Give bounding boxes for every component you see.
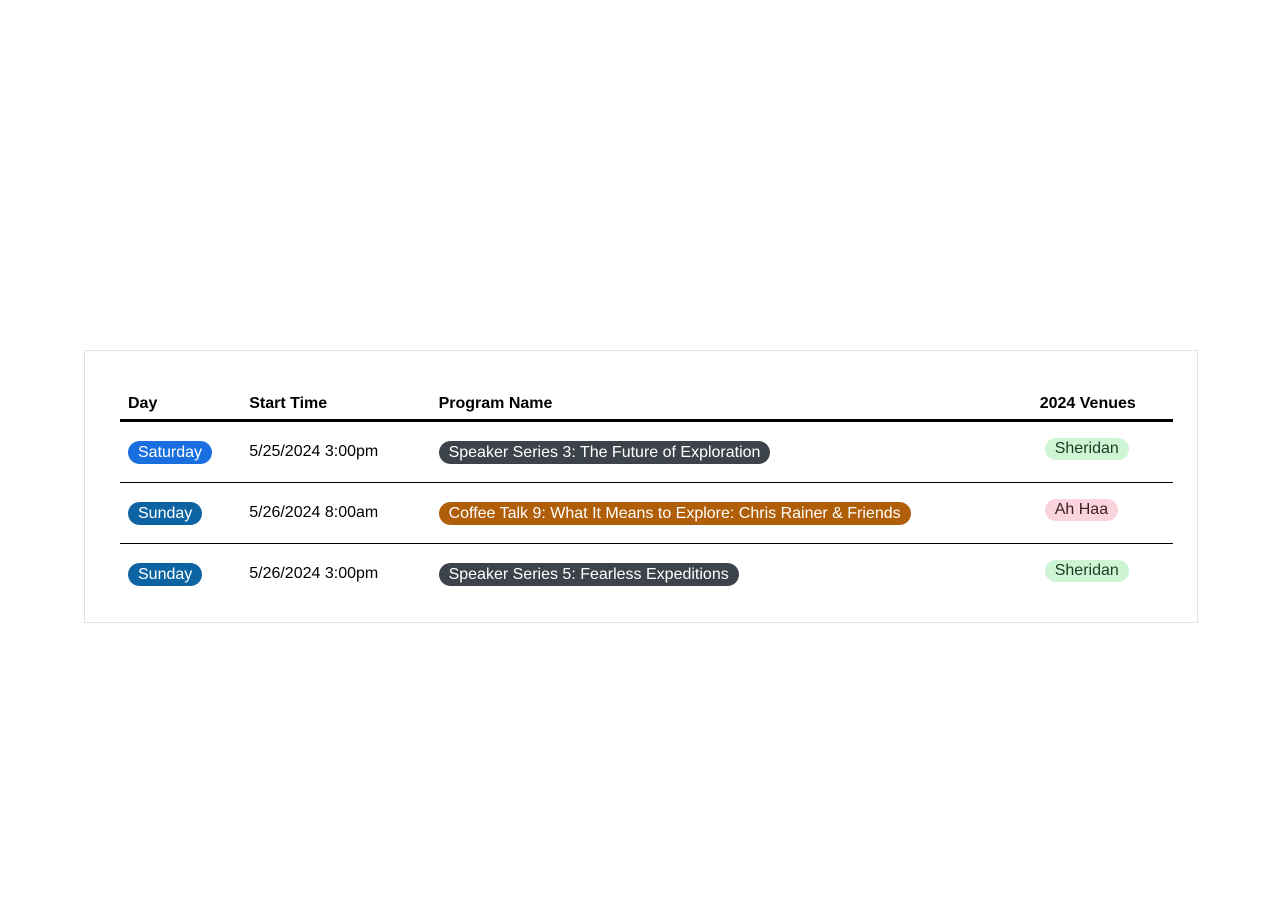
day-badge[interactable]: Sunday xyxy=(128,562,203,586)
venue-cell: Sheridan xyxy=(1032,544,1173,605)
start-time-cell: 5/26/2024 8:00am xyxy=(241,482,431,544)
header-program-name[interactable]: Program Name xyxy=(430,381,1032,422)
header-venues[interactable]: 2024 Venues xyxy=(1031,381,1173,422)
day-badge[interactable]: Saturday xyxy=(128,440,213,464)
program-cell: Speaker Series 3: The Future of Explorat… xyxy=(430,420,1032,483)
venue-badge[interactable]: Sheridan xyxy=(1044,560,1129,582)
venue-cell: Ah Haa xyxy=(1031,482,1173,544)
table-row: Sunday 5/26/2024 8:00am Coffee Talk 9: W… xyxy=(120,482,1173,544)
program-badge[interactable]: Speaker Series 5: Fearless Expeditions xyxy=(438,562,739,586)
venue-badge[interactable]: Ah Haa xyxy=(1044,499,1119,521)
start-time-cell: 5/26/2024 3:00pm xyxy=(249,565,379,582)
venue-badge[interactable]: Sheridan xyxy=(1044,438,1129,460)
start-time-cell: 5/25/2024 3:00pm xyxy=(241,420,431,483)
schedule-card: Day Start Time Program Name 2024 Venues … xyxy=(84,350,1198,623)
day-cell: Sunday xyxy=(120,482,242,544)
header-day[interactable]: Day xyxy=(120,381,242,422)
header-start-time[interactable]: Start Time xyxy=(241,381,431,422)
schedule-table: Day Start Time Program Name 2024 Venues … xyxy=(120,381,1173,604)
day-badge[interactable]: Sunday xyxy=(128,501,203,525)
day-cell: Saturday xyxy=(120,420,242,483)
day-cell: Sunday xyxy=(120,544,241,605)
venue-cell: Sheridan xyxy=(1031,420,1173,483)
program-cell: Coffee Talk 9: What It Means to Explore:… xyxy=(430,482,1032,544)
table-header-row: Day Start Time Program Name 2024 Venues xyxy=(120,381,1173,422)
table-row: Sunday 5/26/2024 3:00pm Speaker Series 5… xyxy=(120,544,1173,605)
program-badge[interactable]: Speaker Series 3: The Future of Explorat… xyxy=(438,440,771,464)
program-badge[interactable]: Coffee Talk 9: What It Means to Explore:… xyxy=(438,501,911,525)
table-row: Saturday 5/25/2024 3:00pm Speaker Series… xyxy=(120,420,1173,483)
program-cell: Speaker Series 5: Fearless Expeditions xyxy=(431,544,1032,605)
